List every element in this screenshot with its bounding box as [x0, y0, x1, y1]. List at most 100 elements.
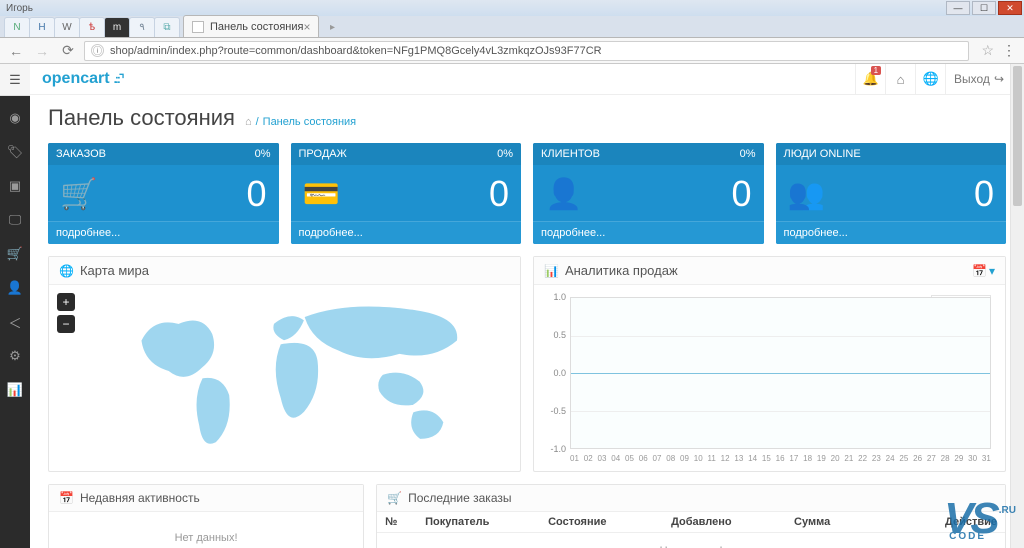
world-map[interactable] — [83, 293, 512, 463]
notifications-button[interactable]: 🔔 — [855, 64, 885, 94]
tile-percent: 0% — [740, 148, 756, 160]
dashboard-tile[interactable]: КЛИЕНТОВ0%👤0подробнее... — [533, 143, 764, 244]
tile-value: 0 — [246, 173, 266, 215]
window-minimize-button[interactable]: — — [946, 1, 970, 15]
analytics-range-button[interactable]: 📅 ▾ — [972, 264, 995, 278]
cart-icon: 🛒 — [387, 491, 402, 505]
chart-x-tick: 15 — [762, 454, 771, 463]
browser-toolbar: ← → ⟳ ⓘ shop/admin/index.php?route=commo… — [0, 38, 1024, 64]
user-icon: 👤 — [545, 177, 582, 212]
bar-chart-icon: 📊 — [544, 264, 559, 278]
logout-label: Выход — [954, 72, 990, 86]
home-icon: ⌂ — [897, 72, 905, 87]
panel-world-map: 🌐 Карта мира + − — [48, 256, 521, 472]
browser-tab-active[interactable]: Панель состояния × — [183, 15, 319, 37]
sidebar-item-marketing[interactable]: ＜ — [0, 310, 30, 334]
sidebar-item-design[interactable]: 🖵 — [0, 208, 30, 232]
url-text: shop/admin/index.php?route=common/dashbo… — [110, 45, 602, 57]
forward-button[interactable]: → — [32, 41, 52, 61]
chart-x-tick: 03 — [598, 454, 607, 463]
sidebar-item-reports[interactable]: 📊 — [0, 378, 30, 402]
globe-icon: 🌐 — [922, 71, 938, 87]
chart-x-tick: 06 — [639, 454, 648, 463]
chart-x-tick: 04 — [611, 454, 620, 463]
tile-more-link[interactable]: подробнее... — [541, 227, 605, 239]
users-icon: 👥 — [788, 177, 825, 212]
home-button[interactable]: ⌂ — [885, 64, 915, 94]
window-user-label: Игорь — [6, 3, 33, 14]
new-tab-button[interactable]: ▸ — [319, 17, 345, 37]
col-buyer: Покупатель — [425, 516, 548, 528]
address-bar[interactable]: ⓘ shop/admin/index.php?route=common/dash… — [84, 41, 969, 61]
map-zoom-in-button[interactable]: + — [57, 293, 75, 311]
col-status: Состояние — [548, 516, 671, 528]
chart-y-tick: 0.0 — [542, 368, 566, 378]
chart-x-axis: 0102030405060708091011121314151617181920… — [570, 454, 991, 463]
tile-title: ЗАКАЗОВ — [56, 148, 106, 160]
chart-x-tick: 08 — [666, 454, 675, 463]
bookmark-icon[interactable]: ☆ — [981, 42, 994, 59]
pinned-tab[interactable]: ۹ — [129, 17, 155, 37]
scrollbar-thumb[interactable] — [1013, 66, 1022, 206]
sidebar-item-catalog[interactable]: 🏷 — [0, 140, 30, 164]
cart-icon: 🛒 — [60, 177, 97, 212]
site-info-icon[interactable]: ⓘ — [91, 44, 104, 57]
panel-title: Последние заказы — [408, 491, 511, 505]
page-scrollbar[interactable] — [1010, 64, 1024, 548]
window-maximize-button[interactable]: ☐ — [972, 1, 996, 15]
panel-title: Аналитика продаж — [565, 263, 678, 278]
dashboard-tile[interactable]: ЗАКАЗОВ0%🛒0подробнее... — [48, 143, 279, 244]
chart-x-tick: 24 — [886, 454, 895, 463]
tile-more-link[interactable]: подробнее... — [299, 227, 363, 239]
tile-more-link[interactable]: подробнее... — [56, 227, 120, 239]
admin-sidebar: ☰ ◉ 🏷 ▣ 🖵 🛒 👤 ＜ ⚙ 📊 — [0, 64, 30, 548]
dashboard-tile[interactable]: ЛЮДИ ONLINE👥0подробнее... — [776, 143, 1007, 244]
sidebar-toggle-button[interactable]: ☰ — [0, 64, 30, 96]
breadcrumb-current[interactable]: Панель состояния — [263, 116, 356, 128]
logo-text: opencart — [42, 70, 110, 88]
sidebar-item-dashboard[interactable]: ◉ — [0, 106, 30, 130]
reload-button[interactable]: ⟳ — [58, 41, 78, 61]
tab-close-icon[interactable]: × — [303, 20, 310, 34]
dashboard-tile[interactable]: ПРОДАЖ0%💳0подробнее... — [291, 143, 522, 244]
pinned-tab[interactable]: Н — [29, 17, 55, 37]
monitor-icon: 🖵 — [9, 212, 22, 228]
breadcrumb-home-icon[interactable]: ⌂ — [245, 116, 252, 128]
admin-topbar: opencart .::⌝ 🔔 ⌂ 🌐 Выход ↪ — [30, 64, 1024, 95]
window-close-button[interactable]: ✕ — [998, 1, 1022, 15]
tile-title: ПРОДАЖ — [299, 148, 347, 160]
back-button[interactable]: ← — [6, 41, 26, 61]
tile-more-link[interactable]: подробнее... — [784, 227, 848, 239]
cart-icon: 🛒 — [7, 246, 23, 262]
chart-x-tick: 10 — [694, 454, 703, 463]
chart-x-tick: 12 — [721, 454, 730, 463]
opencart-logo[interactable]: opencart .::⌝ — [42, 70, 123, 88]
storefront-button[interactable]: 🌐 — [915, 64, 945, 94]
pinned-tab[interactable]: ѣ — [79, 17, 105, 37]
sidebar-item-system[interactable]: ⚙ — [0, 344, 30, 368]
chart-x-tick: 25 — [899, 454, 908, 463]
share-icon: ＜ — [8, 313, 21, 332]
chart-x-tick: 28 — [941, 454, 950, 463]
sidebar-item-customers[interactable]: 👤 — [0, 276, 30, 300]
pinned-tab[interactable]: W — [54, 17, 80, 37]
logout-button[interactable]: Выход ↪ — [945, 64, 1012, 94]
chart-y-tick: -1.0 — [542, 444, 566, 454]
sidebar-item-sales[interactable]: 🛒 — [0, 242, 30, 266]
chart-x-tick: 20 — [831, 454, 840, 463]
pinned-tab[interactable]: N — [4, 17, 30, 37]
pinned-tab[interactable]: m — [104, 17, 130, 37]
chart-x-tick: 18 — [803, 454, 812, 463]
col-action: Действие — [917, 516, 997, 528]
tile-value: 0 — [974, 173, 994, 215]
browser-menu-icon[interactable]: ⋮ — [1000, 42, 1018, 59]
pinned-tab[interactable]: ⧉ — [154, 17, 180, 37]
bar-chart-icon: 📊 — [7, 382, 23, 398]
sidebar-item-extensions[interactable]: ▣ — [0, 174, 30, 198]
window-title-bar: Игорь — ☐ ✕ — [0, 0, 1024, 16]
map-zoom-out-button[interactable]: − — [57, 315, 75, 333]
browser-tab-strip: N Н W ѣ m ۹ ⧉ Панель состояния × ▸ — [0, 16, 1024, 38]
logo-cart-icon: .::⌝ — [114, 72, 123, 86]
chart-x-tick: 21 — [844, 454, 853, 463]
chart-x-tick: 11 — [708, 454, 716, 463]
